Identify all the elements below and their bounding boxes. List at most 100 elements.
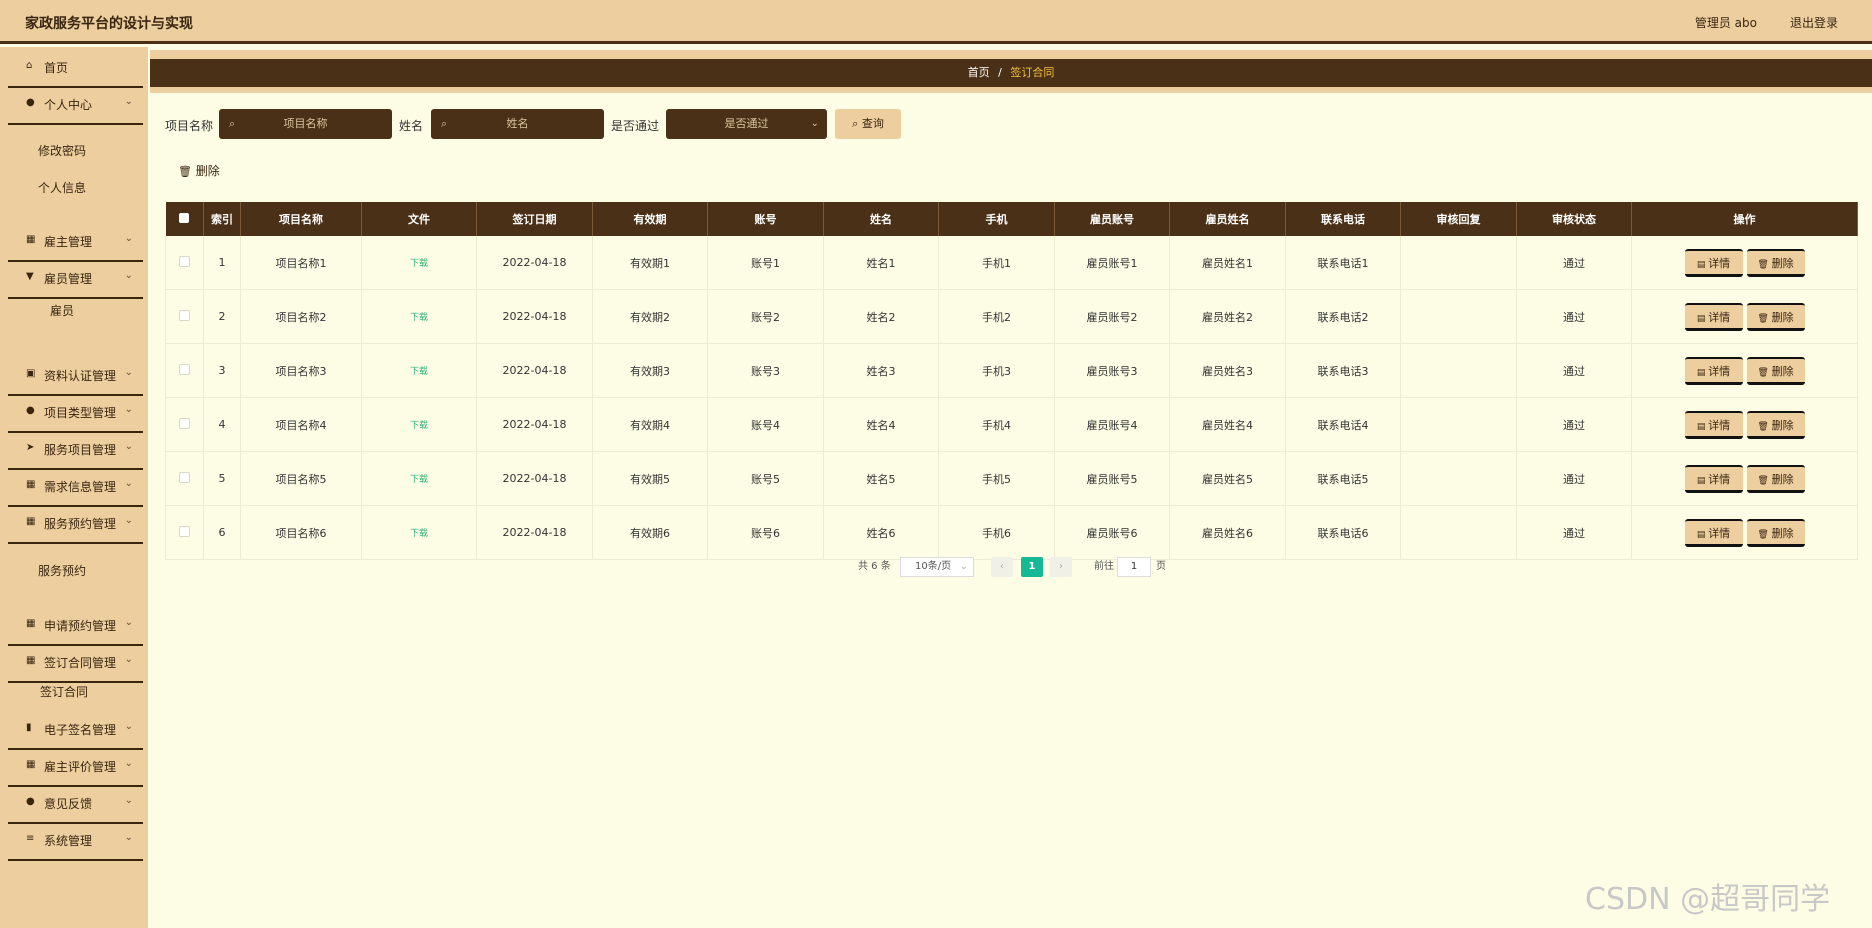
cell-validity: 有效期5: [592, 451, 708, 506]
download-link[interactable]: 下载: [410, 313, 428, 323]
table-row: 3 项目名称3 下载 2022-04-18 有效期3 账号3 姓名3 手机3 雇员账号3 雇员姓名…: [165, 343, 1858, 398]
detail-button[interactable]: ▤ 详情: [1684, 356, 1743, 385]
chevron-down-icon: ⌄: [124, 441, 133, 452]
logout-link[interactable]: 退出登录: [1790, 14, 1838, 31]
download-link[interactable]: 下载: [410, 421, 428, 431]
column-header: 手机: [938, 202, 1055, 236]
cell-idx: 6: [203, 505, 241, 560]
row-checkbox[interactable]: [165, 289, 204, 344]
sidebar-item[interactable]: ● 项目类型管理 ⌄: [8, 392, 143, 433]
query-button[interactable]: ⌕ 查询: [835, 109, 901, 139]
grid-icon: ▦: [26, 618, 36, 629]
download-link[interactable]: 下载: [410, 259, 428, 269]
cell-emp_name: 雇员姓名2: [1169, 289, 1286, 344]
page-size-select[interactable]: 10条/页 ⌄: [900, 557, 974, 577]
detail-button[interactable]: ▤ 详情: [1684, 248, 1743, 277]
sidebar-subitem[interactable]: 个人信息: [38, 179, 86, 196]
download-link[interactable]: 下载: [410, 367, 428, 377]
row-checkbox[interactable]: [165, 236, 204, 290]
detail-button[interactable]: ▤ 详情: [1684, 302, 1743, 331]
page-number-current[interactable]: 1: [1021, 557, 1043, 577]
row-checkbox[interactable]: [165, 397, 204, 452]
next-page-button[interactable]: ›: [1050, 557, 1072, 577]
cell-emp_name: 雇员姓名6: [1169, 505, 1286, 560]
delete-button[interactable]: 🗑 删除: [1746, 464, 1805, 493]
detail-button[interactable]: ▤ 详情: [1684, 518, 1743, 547]
breadcrumb-home[interactable]: 首页: [968, 66, 990, 79]
detail-button-label: 详情: [1708, 364, 1731, 378]
detail-button[interactable]: ▤ 详情: [1684, 410, 1743, 439]
download-link[interactable]: 下载: [410, 529, 428, 539]
cell-validity: 有效期2: [592, 289, 708, 344]
cell-account: 账号1: [707, 236, 824, 290]
download-link[interactable]: 下载: [410, 475, 428, 485]
project-name-input[interactable]: ⌕ 项目名称: [219, 109, 392, 139]
row-checkbox[interactable]: [165, 505, 204, 560]
sidebar-item[interactable]: ▦ 签订合同管理 ⌄: [8, 642, 143, 683]
chevron-down-icon: ⌄: [124, 404, 133, 415]
chevron-down-icon: ⌄: [124, 758, 133, 769]
current-user: 管理员 abo: [1694, 16, 1757, 30]
sidebar-item-label: 系统管理: [44, 834, 93, 848]
sidebar-item[interactable]: ▼ 雇员管理 ⌄: [8, 258, 143, 299]
cell-idx: 5: [203, 451, 241, 506]
column-header: 文件: [361, 202, 477, 236]
cell-project: 项目名称3: [240, 343, 362, 398]
cell-idx: 4: [203, 397, 241, 452]
sidebar-item[interactable]: ▮ 电子签名管理 ⌄: [8, 709, 143, 750]
sidebar: ⌂ 首页 ● 个人中心 ⌄ ▦ 雇主管理 ⌄ ▼ 雇员管理 ⌄ ▣ 资料认证管理 ⌄ ● 项目类型管理 ⌄ ➤ 服务…: [0, 47, 148, 928]
sidebar-subitem[interactable]: 服务预约: [38, 562, 86, 579]
cell-contact: 联系电话6: [1285, 505, 1401, 560]
table-row: 5 项目名称5 下载 2022-04-18 有效期5 账号5 姓名5 手机5 雇员账号5 雇员姓名…: [165, 451, 1858, 506]
cell-reply: [1400, 397, 1517, 452]
sidebar-item[interactable]: ▦ 雇主评价管理 ⌄: [8, 746, 143, 787]
row-checkbox[interactable]: [165, 343, 204, 398]
sidebar-item[interactable]: ▦ 需求信息管理 ⌄: [8, 466, 143, 507]
detail-button[interactable]: ▤ 详情: [1684, 464, 1743, 493]
cell-date: 2022-04-18: [476, 289, 593, 344]
cell-status: 通过: [1516, 451, 1632, 506]
badge-icon: ▼: [26, 271, 34, 282]
chevron-right-icon: ›: [1059, 561, 1063, 572]
goto-page-input[interactable]: 1: [1117, 557, 1151, 577]
sidebar-item-label: 首页: [44, 61, 69, 75]
trash-icon: 🗑: [1757, 421, 1772, 432]
send-icon: ➤: [26, 442, 35, 453]
sidebar-item[interactable]: ● 个人中心 ⌄: [8, 84, 143, 125]
cell-validity: 有效期6: [592, 505, 708, 560]
breadcrumb-top-strip: [150, 50, 1872, 59]
prev-page-button[interactable]: ‹: [991, 557, 1013, 577]
sidebar-item[interactable]: ⌂ 首页: [8, 47, 143, 88]
sidebar-item[interactable]: ▦ 申请预约管理 ⌄: [8, 605, 143, 646]
cell-name: 姓名2: [823, 289, 939, 344]
delete-button[interactable]: 🗑 删除: [1746, 302, 1805, 331]
bulk-delete-button[interactable]: 🗑 删除: [178, 162, 220, 179]
sidebar-subitem[interactable]: 修改密码: [38, 142, 86, 159]
chevron-down-icon: ⌄: [124, 478, 133, 489]
delete-button[interactable]: 🗑 删除: [1746, 248, 1805, 277]
sidebar-item[interactable]: ▦ 雇主管理 ⌄: [8, 221, 143, 262]
sidebar-item[interactable]: ≡ 系统管理 ⌄: [8, 820, 143, 861]
delete-button-label: 删除: [1771, 472, 1794, 486]
row-checkbox[interactable]: [165, 451, 204, 506]
sidebar-item[interactable]: ▦ 服务预约管理 ⌄: [8, 503, 143, 544]
sidebar-subitem[interactable]: 雇员: [50, 302, 74, 319]
cell-date: 2022-04-18: [476, 343, 593, 398]
name-input[interactable]: ⌕ 姓名: [431, 109, 604, 139]
pagination-total: 共 6 条: [858, 561, 891, 572]
cell-emp_account: 雇员账号1: [1054, 236, 1170, 290]
select-all-checkbox[interactable]: [165, 202, 204, 236]
grid-icon: ▦: [26, 234, 36, 245]
sidebar-subitem[interactable]: 签订合同: [40, 683, 88, 700]
sidebar-item-label: 个人中心: [44, 98, 93, 112]
sidebar-item[interactable]: ➤ 服务项目管理 ⌄: [8, 429, 143, 470]
cell-actions: ▤ 详情 🗑 删除: [1631, 343, 1858, 398]
delete-button[interactable]: 🗑 删除: [1746, 518, 1805, 547]
sidebar-item[interactable]: ▣ 资料认证管理 ⌄: [8, 355, 143, 396]
cell-account: 账号4: [707, 397, 824, 452]
delete-button[interactable]: 🗑 删除: [1746, 356, 1805, 385]
sidebar-item[interactable]: ● 意见反馈 ⌄: [8, 783, 143, 824]
delete-button[interactable]: 🗑 删除: [1746, 410, 1805, 439]
delete-button-label: 删除: [1771, 526, 1794, 540]
passed-select[interactable]: 是否通过 ⌄: [666, 109, 827, 139]
